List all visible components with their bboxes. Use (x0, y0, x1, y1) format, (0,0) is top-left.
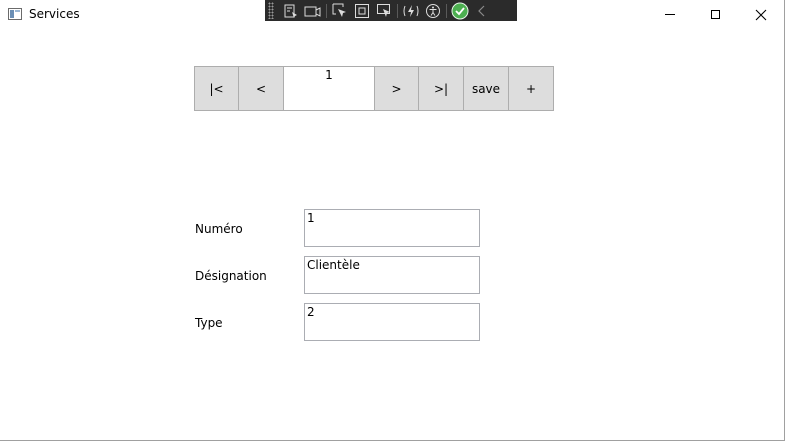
toolbar-separator (397, 3, 398, 18)
numero-label: Numéro (195, 222, 243, 236)
type-field[interactable]: 2 (304, 303, 480, 341)
first-record-button[interactable]: |< (194, 66, 239, 111)
designation-label: Désignation (195, 269, 267, 283)
last-record-button[interactable]: >| (419, 66, 464, 111)
close-button[interactable] (738, 0, 784, 29)
maximize-icon (710, 10, 720, 19)
collapse-icon[interactable] (471, 0, 493, 21)
type-label: Type (195, 316, 223, 330)
minimize-icon (665, 14, 675, 15)
minimize-button[interactable] (647, 0, 693, 29)
toolbar-separator (446, 3, 447, 18)
add-record-button[interactable]: + (509, 66, 554, 111)
record-icon[interactable] (302, 0, 324, 21)
debug-toolbar (265, 0, 517, 21)
toolbar-grip[interactable] (268, 2, 274, 19)
app-icon (8, 8, 22, 20)
current-record-field[interactable]: 1 (284, 66, 374, 111)
save-button[interactable]: save (464, 66, 509, 111)
close-icon (755, 9, 767, 20)
next-record-button[interactable]: > (374, 66, 419, 111)
numero-field[interactable]: 1 (304, 209, 480, 247)
record-navigator: |< < 1 > >| save + (194, 66, 554, 111)
toolbar-separator (326, 3, 327, 18)
accessibility-icon[interactable] (422, 0, 444, 21)
maximize-button[interactable] (692, 0, 738, 29)
display-layout-adorners-icon[interactable] (351, 0, 373, 21)
hot-reload-icon[interactable] (400, 0, 422, 21)
track-focus-icon[interactable] (373, 0, 395, 21)
window-title: Services (29, 7, 80, 21)
previous-record-button[interactable]: < (239, 66, 284, 111)
live-visual-tree-icon[interactable] (280, 0, 302, 21)
select-element-icon[interactable] (329, 0, 351, 21)
check-icon[interactable] (449, 0, 471, 21)
designation-field[interactable]: Clientèle (304, 256, 480, 294)
